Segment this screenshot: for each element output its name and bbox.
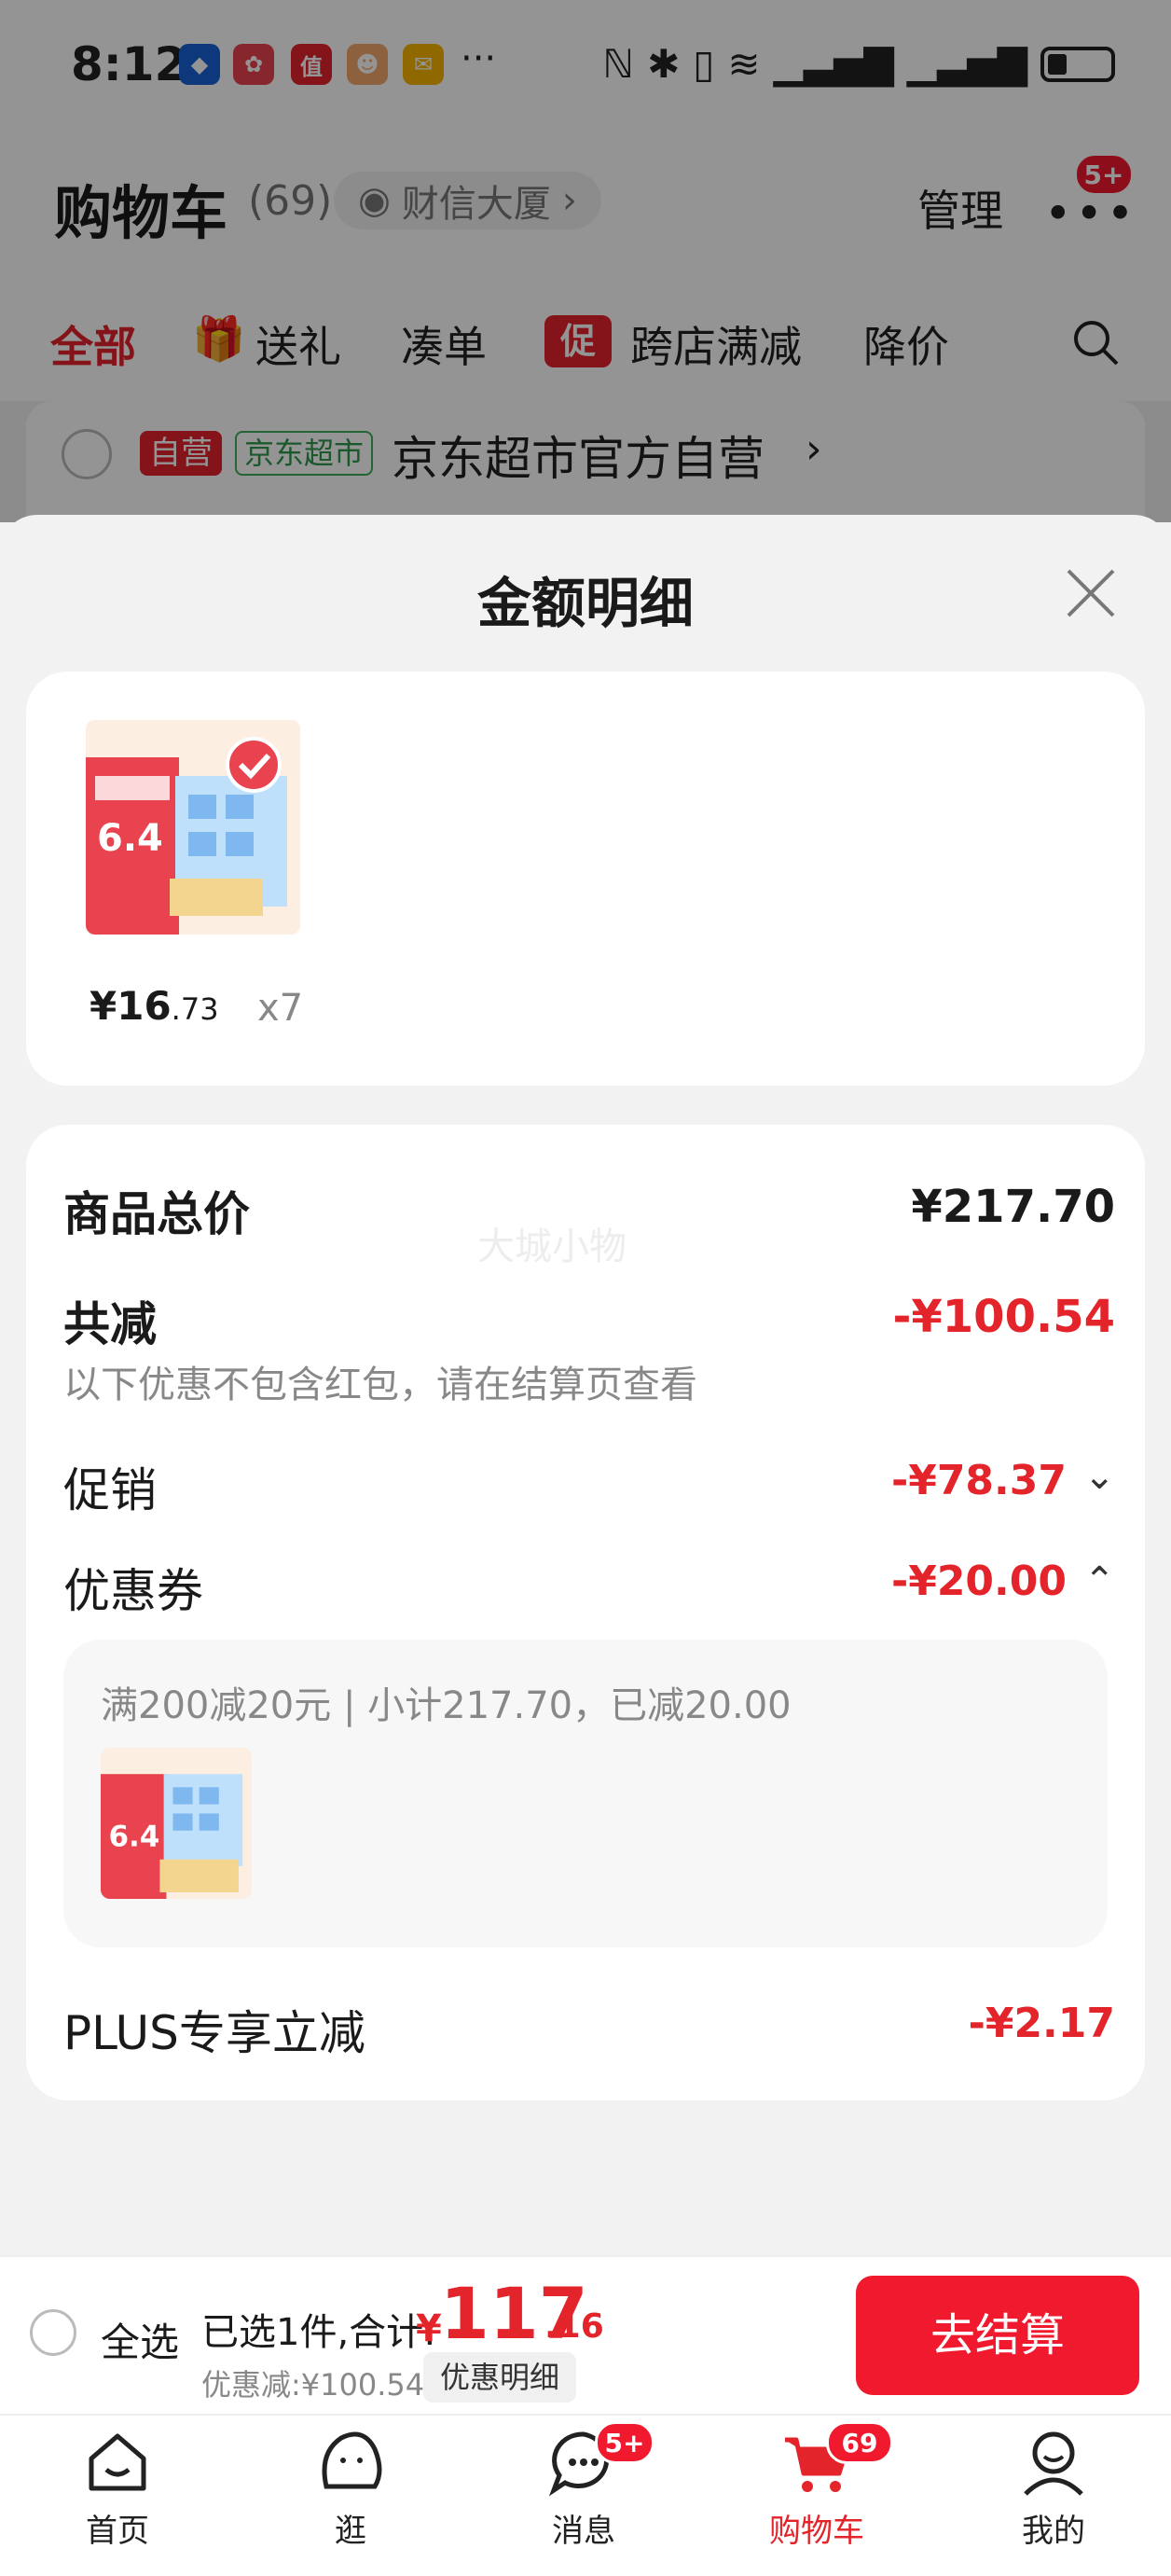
checkout-button[interactable]: 去结算 (856, 2276, 1139, 2395)
coupon-label: 优惠券 (63, 1564, 203, 1618)
reduction-note: 以下优惠不包含红包，请在结算页查看 (63, 1364, 697, 1406)
plus-discount-label: PLUS专享立减 (63, 2006, 365, 2060)
tab-label: 消息 (552, 2513, 615, 2550)
chevron-down-icon[interactable]: ⌄ (1083, 1455, 1115, 1498)
promotion-label: 促销 (63, 1463, 157, 1517)
currency-symbol: ¥ (416, 2307, 442, 2350)
tab-profile[interactable]: 我的 (960, 2425, 1147, 2551)
selected-summary: 已选1件,合计: (201, 2311, 436, 2354)
total-reduction-label: 共减 (63, 1297, 157, 1351)
coupon-value[interactable]: -¥20.00 (891, 1558, 1067, 1605)
select-all-label[interactable]: 全选 (101, 2311, 179, 2368)
promotion-value[interactable]: -¥78.37 (891, 1457, 1067, 1504)
total-decimal: .16 (544, 2307, 604, 2346)
close-icon[interactable] (1063, 565, 1119, 621)
explore-icon (322, 2431, 382, 2489)
chevron-up-icon[interactable]: ⌃ (1083, 1559, 1115, 1602)
tab-label: 首页 (86, 2513, 149, 2550)
profile-icon (1024, 2431, 1083, 2496)
select-all-checkbox[interactable] (30, 2309, 76, 2356)
coupon-product-image: 6.4 (101, 1748, 252, 1899)
total-reduction-value: -¥100.54 (892, 1291, 1115, 1343)
item-price: ¥16.73 (90, 983, 219, 1029)
cart-badge: 69 (826, 2421, 893, 2464)
item-quantity: x7 (257, 987, 304, 1030)
discount-detail-button[interactable]: 优惠明细 (423, 2352, 577, 2403)
total-price-label: 商品总价 (63, 1187, 250, 1241)
overlay-scrim[interactable] (0, 0, 1171, 522)
watermark: 大城小物 (477, 1226, 627, 1268)
tab-label: 购物车 (769, 2513, 864, 2550)
total-price-value: ¥217.70 (911, 1181, 1115, 1233)
tab-label: 我的 (1022, 2513, 1085, 2550)
home-icon (89, 2433, 146, 2491)
product-image[interactable]: 6.4 (86, 720, 300, 935)
sheet-title: 金额明细 (476, 572, 694, 635)
coupon-detail-text: 满200减20元 | 小计217.70，已减20.00 (101, 1684, 792, 1727)
plus-discount-value: -¥2.17 (968, 2000, 1115, 2047)
svg-text:6.4: 6.4 (97, 817, 163, 860)
svg-text:6.4: 6.4 (108, 1821, 159, 1854)
tab-label: 逛 (335, 2513, 366, 2550)
discount-summary: 优惠减:¥100.54 (201, 2367, 425, 2403)
tab-home[interactable]: 首页 (24, 2425, 211, 2551)
messages-badge: 5+ (595, 2421, 654, 2464)
tab-explore[interactable]: 逛 (257, 2425, 444, 2551)
